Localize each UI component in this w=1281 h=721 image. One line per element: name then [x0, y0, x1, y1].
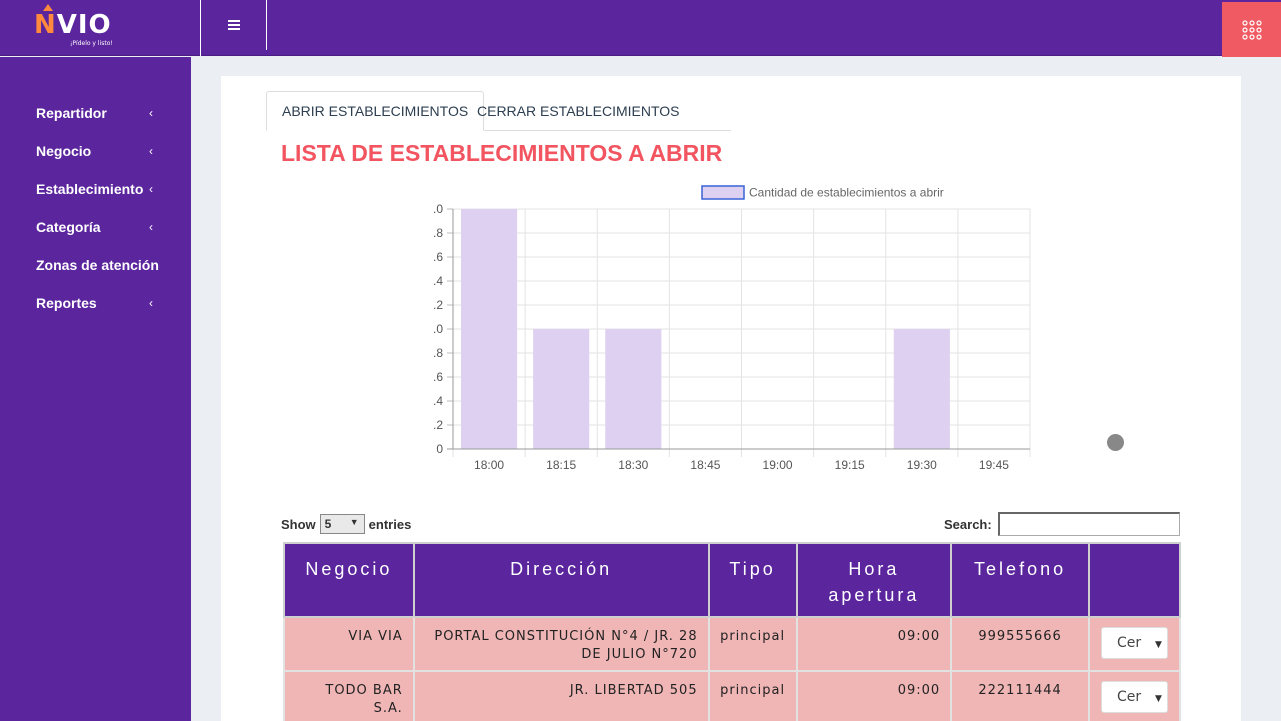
page-length-control: Show 5 ▼ entries — [281, 514, 411, 534]
apps-menu-button[interactable] — [1222, 2, 1281, 57]
cell-actions: Cer ▼ — [1087, 670, 1182, 721]
x-tick-label: 19:00 — [763, 458, 793, 472]
x-tick-label: 18:15 — [546, 458, 576, 472]
cell-negocio: VIA VIA — [283, 616, 415, 672]
y-tick-label: .0 — [433, 322, 443, 336]
table-row: VIA VIA PORTAL CONSTITUCIÓN N°4 / JR. 28… — [283, 616, 1182, 672]
dropdown-arrow-icon: ▼ — [349, 517, 359, 527]
show-label: Show — [281, 516, 316, 532]
table-row: TODO BAR S.A. JR. LIBERTAD 505 principal… — [283, 670, 1182, 721]
y-tick-label: 0 — [436, 442, 443, 456]
x-tick-label: 19:30 — [907, 458, 937, 472]
tab-bar: ABRIR ESTABLECIMIENTOS CERRAR ESTABLECIM… — [266, 91, 731, 131]
column-header-telefono[interactable]: Telefono — [950, 542, 1090, 618]
sidebar-item-label: Zonas de atención — [36, 257, 159, 273]
chart-legend: Cantidad de establecimientos a abrir — [701, 185, 944, 200]
status-select-value: Cer — [1116, 689, 1142, 705]
cell-negocio: TODO BAR S.A. — [283, 670, 415, 721]
cell-telefono: 999555666 — [950, 616, 1090, 672]
y-tick-label: .6 — [433, 250, 443, 264]
sidebar-item-categoria[interactable]: Categoría ‹ — [36, 217, 156, 237]
y-tick-label: .4 — [433, 274, 443, 288]
sidebar-item-label: Repartidor — [36, 105, 107, 121]
cell-tipo: principal — [707, 670, 798, 721]
legend-swatch — [701, 185, 745, 200]
table-header-row: Negocio Dirección Tipo Hora apertura Tel… — [283, 542, 1182, 618]
cell-hora-apertura: 09:00 — [795, 670, 953, 721]
cell-direccion: JR. LIBERTAD 505 — [412, 670, 710, 721]
logo-tagline: ¡Pídelo y listo! — [70, 40, 113, 47]
loading-indicator — [1107, 434, 1124, 451]
y-tick-label: .0 — [433, 202, 443, 216]
hamburger-icon — [227, 20, 240, 30]
tab-abrir-establecimientos[interactable]: ABRIR ESTABLECIMIENTOS — [266, 91, 485, 131]
y-tick-label: .6 — [433, 370, 443, 384]
column-header-actions — [1087, 542, 1182, 618]
search-input[interactable] — [997, 512, 1180, 536]
chart-bar — [533, 329, 590, 449]
sidebar-item-establecimiento[interactable]: Establecimiento ‹ — [36, 179, 156, 199]
top-navbar: NVIO ¡Pídelo y listo! — [0, 0, 1281, 57]
status-select[interactable]: Cer ▼ — [1100, 681, 1168, 713]
sidebar-item-label: Establecimiento — [36, 181, 144, 197]
sidebar-item-label: Negocio — [36, 143, 92, 159]
y-tick-label: .2 — [433, 418, 443, 432]
page-length-value: 5 — [324, 517, 332, 531]
dropdown-arrow-icon: ▼ — [1155, 640, 1162, 650]
page-title: LISTA DE ESTABLECIMIENTOS A ABRIR — [281, 140, 723, 166]
chart-bar — [605, 329, 662, 449]
grid-dots-icon — [1241, 19, 1262, 40]
search-label: Search: — [944, 516, 992, 532]
column-header-tipo[interactable]: Tipo — [707, 542, 798, 618]
y-tick-label: .4 — [433, 394, 443, 408]
chart-bar — [461, 209, 518, 449]
x-tick-label: 19:15 — [835, 458, 865, 472]
establishments-table: Negocio Dirección Tipo Hora apertura Tel… — [283, 542, 1182, 721]
status-select[interactable]: Cer ▼ — [1100, 627, 1168, 659]
y-tick-label: .8 — [433, 346, 443, 360]
chart-bar — [893, 329, 950, 449]
cell-actions: Cer ▼ — [1087, 616, 1182, 672]
column-header-direccion[interactable]: Dirección — [412, 542, 710, 618]
chevron-left-icon: ‹ — [149, 106, 153, 120]
cell-hora-apertura: 09:00 — [795, 616, 953, 672]
chevron-left-icon: ‹ — [149, 296, 153, 310]
sidebar-toggle-button[interactable] — [201, 0, 267, 50]
column-header-negocio[interactable]: Negocio — [283, 542, 415, 618]
x-tick-label: 18:45 — [690, 458, 720, 472]
entries-label: entries — [368, 516, 412, 532]
sidebar-item-zonas[interactable]: Zonas de atención — [36, 255, 166, 275]
column-header-hora-apertura[interactable]: Hora apertura — [795, 542, 953, 618]
sidebar: Repartidor ‹ Negocio ‹ Establecimiento ‹… — [0, 57, 191, 721]
sidebar-item-label: Categoría — [36, 219, 101, 235]
sidebar-item-label: Reportes — [36, 295, 97, 311]
status-select-value: Cer — [1116, 635, 1142, 651]
logo-wordmark: NVIO — [34, 10, 112, 40]
chevron-left-icon: ‹ — [149, 182, 153, 196]
dropdown-arrow-icon: ▼ — [1155, 694, 1162, 704]
sidebar-item-reportes[interactable]: Reportes ‹ — [36, 293, 156, 313]
sidebar-item-repartidor[interactable]: Repartidor ‹ — [36, 103, 156, 123]
tab-cerrar-establecimientos[interactable]: CERRAR ESTABLECIMIENTOS — [462, 91, 695, 131]
brand-area[interactable]: NVIO ¡Pídelo y listo! — [0, 0, 201, 56]
y-tick-label: .2 — [433, 298, 443, 312]
table-search: Search: — [944, 512, 1180, 536]
sidebar-item-negocio[interactable]: Negocio ‹ — [36, 141, 156, 161]
chevron-left-icon: ‹ — [149, 220, 153, 234]
chevron-left-icon: ‹ — [149, 144, 153, 158]
bar-chart: Cantidad de establecimientos a abrir .0.… — [433, 185, 1031, 472]
x-tick-label: 19:45 — [979, 458, 1009, 472]
x-tick-label: 18:30 — [618, 458, 648, 472]
x-tick-label: 18:00 — [474, 458, 504, 472]
page-length-select[interactable]: 5 ▼ — [319, 514, 365, 534]
cell-tipo: principal — [707, 616, 798, 672]
cell-direccion: PORTAL CONSTITUCIÓN N°4 / JR. 28 DE JULI… — [412, 616, 710, 672]
cell-telefono: 222111444 — [950, 670, 1090, 721]
legend-label: Cantidad de establecimientos a abrir — [749, 186, 944, 200]
y-tick-label: .8 — [433, 226, 443, 240]
content-card: ABRIR ESTABLECIMIENTOS CERRAR ESTABLECIM… — [221, 76, 1241, 721]
